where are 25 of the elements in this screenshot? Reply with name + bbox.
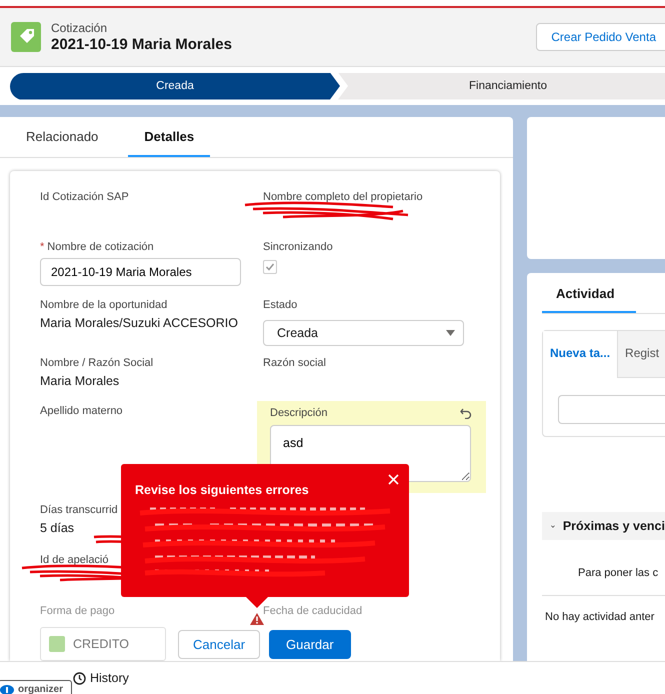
field-value: 5 días	[40, 521, 76, 535]
field-label: Nombre / Razón Social	[40, 357, 154, 369]
field-label: Nombre de cotización	[47, 241, 154, 253]
field-value: Maria Morales	[40, 374, 120, 388]
empty-message: No hay actividad anter	[544, 610, 656, 623]
field-label: Sincronizando	[263, 241, 333, 253]
field-label: Estado	[263, 299, 298, 311]
required-mark: *	[40, 241, 44, 253]
field-label: Fecha de caducidad	[263, 605, 362, 617]
record-title: 2021-10-19 Maria Morales	[51, 36, 233, 53]
empty-message: Para poner las c	[542, 540, 665, 596]
field-label: Razón social	[263, 357, 326, 369]
error-title: Revise los siguientes errores	[135, 483, 309, 497]
field-label: Id de apelació	[40, 554, 108, 566]
field-label: Días transcurrid	[40, 504, 118, 516]
field-label: Nombre de la oportunidad	[40, 299, 168, 311]
field-label: Apellido materno	[40, 405, 123, 417]
section-title: Próximas y venci	[562, 519, 665, 533]
field-label: Id Cotización SAP	[40, 191, 129, 203]
object-type: Cotización	[51, 21, 108, 35]
field-value: Maria Morales/Suzuki ACCESORIO	[40, 316, 239, 330]
field-label: Descripción	[270, 407, 328, 419]
field-value: CREDITO	[73, 637, 130, 651]
field-label: Nombre completo del propietario	[263, 191, 423, 203]
field-label: Forma de pago	[40, 605, 115, 617]
